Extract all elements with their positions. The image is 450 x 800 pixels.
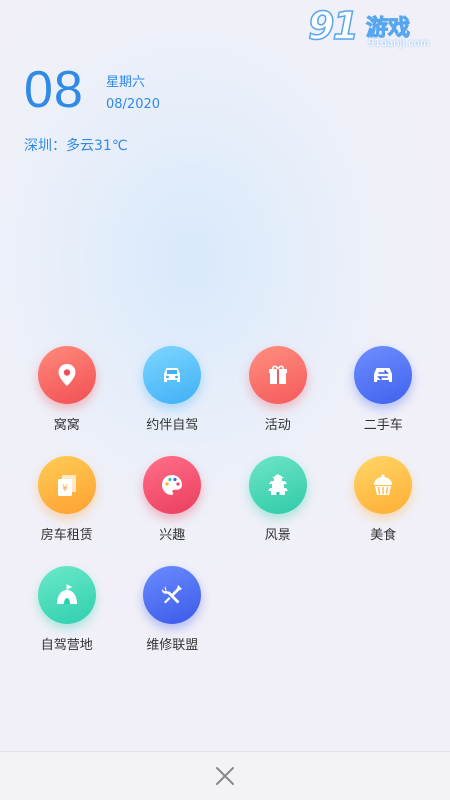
menu-item-label: 二手车 (363, 418, 403, 433)
menu-item-wowo[interactable]: 窝窝 (14, 346, 120, 433)
weather-info: 深圳：多云31℃ (24, 138, 128, 154)
date-day: 08 (24, 61, 84, 119)
menu-item-used-car[interactable]: 二手车 (331, 346, 437, 433)
location-pin-icon (37, 346, 96, 404)
menu-item-label: 兴趣 (159, 528, 186, 543)
menu-item-repair-alliance[interactable]: 维修联盟 (120, 566, 226, 653)
rental-bills-icon: ¥ (37, 456, 96, 514)
menu-item-label: 约伴自驾 (146, 418, 199, 433)
menu-item-label: 活动 (264, 418, 291, 433)
menu-item-label: 风景 (264, 528, 291, 543)
exchange-car-icon (354, 346, 413, 404)
menu-item-label: 自驾营地 (40, 638, 93, 653)
menu-grid: 窝窝 约伴自驾 活动 二手车 ¥ 房车租赁 兴趣 风景 美食 自驾营地 维修联盟 (14, 346, 436, 653)
menu-item-food[interactable]: 美食 (331, 456, 437, 543)
date-weekday: 星期六 (106, 75, 146, 90)
close-icon[interactable] (214, 765, 236, 787)
menu-item-rv-rental[interactable]: ¥ 房车租赁 (14, 456, 120, 543)
watermark-url: 91danji.com (368, 38, 430, 49)
menu-item-interest[interactable]: 兴趣 (120, 456, 226, 543)
wrench-screwdriver-icon (143, 566, 202, 624)
gift-icon (248, 346, 307, 404)
date-month-year: 08/2020 (106, 97, 161, 112)
svg-text:¥: ¥ (62, 484, 68, 494)
car-icon (143, 346, 202, 404)
menu-item-label: 维修联盟 (146, 638, 199, 653)
cupcake-icon (354, 456, 413, 514)
pagoda-icon (248, 456, 307, 514)
menu-item-carpool[interactable]: 约伴自驾 (120, 346, 226, 433)
watermark-logo: 91 游戏 91danji.com (304, 3, 444, 56)
watermark-number: 91 (307, 3, 359, 49)
menu-item-scenery[interactable]: 风景 (225, 456, 331, 543)
menu-item-label: 美食 (370, 528, 397, 543)
menu-item-label: 窝窝 (53, 418, 80, 433)
menu-item-activity[interactable]: 活动 (225, 346, 331, 433)
menu-item-campsite[interactable]: 自驾营地 (14, 566, 120, 653)
palette-icon (143, 456, 202, 514)
bottom-bar (0, 751, 450, 800)
tent-icon (37, 566, 96, 624)
menu-item-label: 房车租赁 (40, 528, 93, 543)
